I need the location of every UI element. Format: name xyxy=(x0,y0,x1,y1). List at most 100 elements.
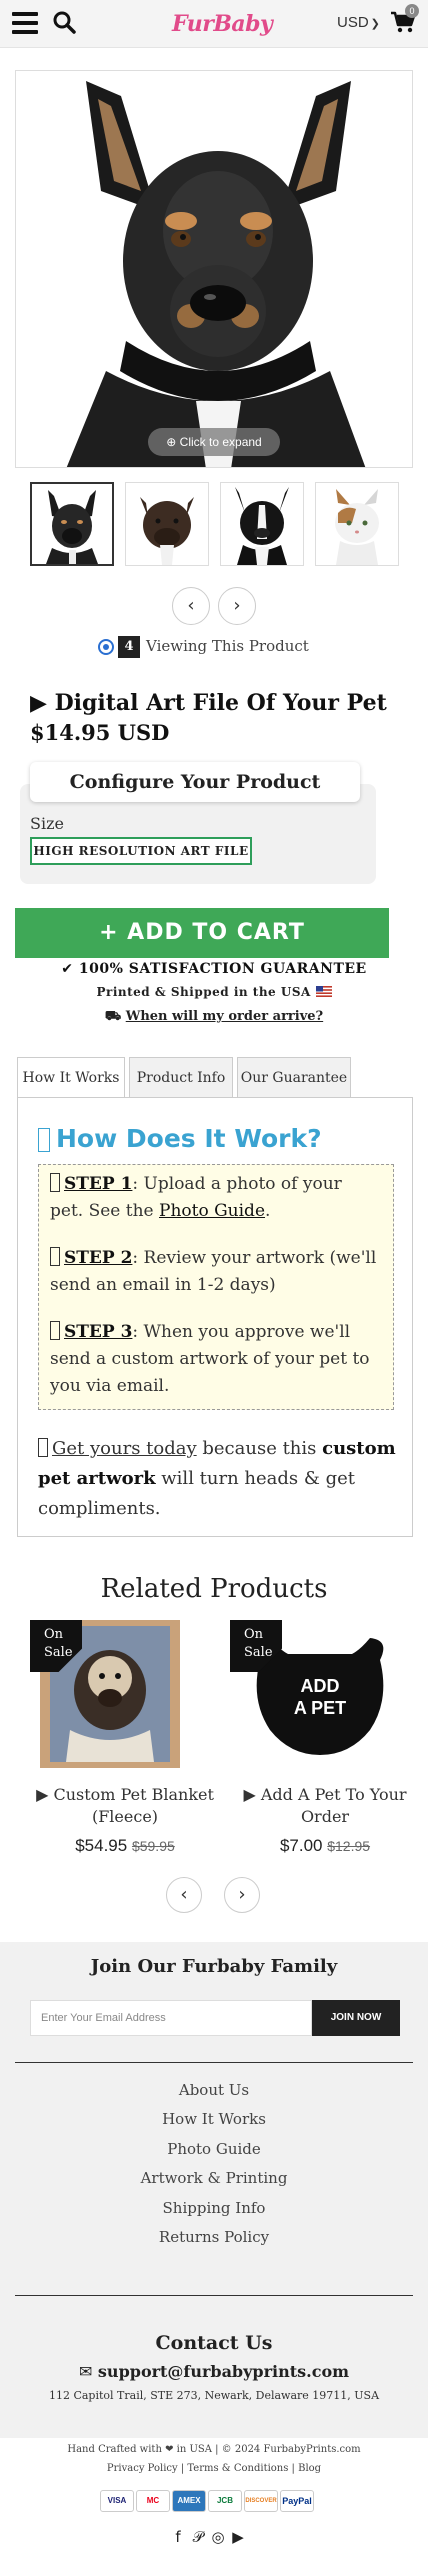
step-3-label: STEP 3 xyxy=(64,1322,133,1342)
thumbnail-1[interactable] xyxy=(30,482,114,566)
footer-divider xyxy=(15,2295,413,2296)
step-2-label: STEP 2 xyxy=(64,1248,133,1268)
footer-link-artwork-printing[interactable]: Artwork & Printing xyxy=(0,2169,428,2187)
search-icon[interactable] xyxy=(52,10,76,34)
instagram-icon[interactable]: ◎ xyxy=(208,2528,228,2546)
contact-title: Contact Us xyxy=(155,2332,273,2354)
currency-value: USD xyxy=(337,14,369,31)
chevron-down-icon: ❯ xyxy=(370,18,380,30)
thumbnail-image-boston-terrier xyxy=(235,487,289,565)
youtube-icon[interactable]: ▶ xyxy=(228,2528,248,2546)
cta-text-a: because this xyxy=(196,1438,323,1459)
original-price: $12.95 xyxy=(327,1838,371,1854)
size-label: Size xyxy=(30,814,64,833)
get-yours-link[interactable]: Get yours today xyxy=(52,1438,197,1459)
how-it-works-title: How Does It Work? xyxy=(38,1124,322,1153)
chevron-right-icon: › xyxy=(233,595,241,616)
usa-flag-icon xyxy=(315,986,332,997)
discover-icon: DISCOVER xyxy=(244,2490,278,2512)
product-price: $14.95 USD xyxy=(30,720,170,745)
satisfaction-guarantee: ✔ 100% SATISFACTION GUARANTEE xyxy=(0,961,428,977)
step-1-label: STEP 1 xyxy=(64,1174,133,1194)
add-a-pet-line-2: A PET xyxy=(294,1698,346,1718)
footer-link-returns-policy[interactable]: Returns Policy xyxy=(0,2228,428,2246)
related-product-name[interactable]: ▶ Custom Pet Blanket (Fleece) xyxy=(30,1784,220,1828)
payment-methods: VISA MC AMEX JCB DISCOVER PayPal xyxy=(100,2490,330,2512)
missing-glyph-icon xyxy=(50,1247,60,1266)
related-product-price: $7.00 $12.95 xyxy=(230,1836,420,1856)
main-product-image[interactable] xyxy=(15,70,413,468)
tab-product-info[interactable]: Product Info xyxy=(129,1057,233,1097)
viewing-label: Viewing This Product xyxy=(146,637,309,655)
currency-selector[interactable]: USD ❯ xyxy=(337,14,380,31)
step-3: STEP 3: When you approve we'll send a cu… xyxy=(50,1319,380,1400)
chevron-right-icon: › xyxy=(238,1884,246,1905)
crafted-line: Hand Crafted with ❤ in USA | © 2024 Furb… xyxy=(67,2444,361,2455)
facebook-icon[interactable]: f xyxy=(168,2528,188,2546)
viewing-count: 4 xyxy=(118,636,140,658)
step-1-text-end: . xyxy=(265,1201,271,1221)
configure-title: Configure Your Product xyxy=(30,762,360,802)
hamburger-menu-icon[interactable] xyxy=(12,12,38,34)
how-title-text: How Does It Work? xyxy=(56,1124,322,1153)
truck-icon: ⛟ xyxy=(104,1009,122,1024)
related-product-card[interactable]: ADD A PET On Sale ▶ Add A Pet To Your Or… xyxy=(230,1620,420,1868)
related-next-button[interactable]: › xyxy=(224,1877,260,1913)
related-product-card[interactable]: On Sale ▶ Custom Pet Blanket (Fleece) $5… xyxy=(30,1620,220,1868)
logo-text: FurBaby xyxy=(172,11,273,37)
get-yours-cta: Get yours today because this custom pet … xyxy=(38,1434,398,1524)
missing-glyph-icon xyxy=(38,1128,50,1152)
contact-address: 112 Capitol Trail, STE 273, Newark, Dela… xyxy=(48,2389,380,2402)
chevron-left-icon: ‹ xyxy=(180,1884,188,1905)
related-prev-button[interactable]: ‹ xyxy=(166,1877,202,1913)
viewing-counter: 4 Viewing This Product xyxy=(98,636,309,660)
size-option-art-file[interactable]: HIGH RESOLUTION ART FILE xyxy=(30,837,252,865)
newsletter-title: Join Our Furbaby Family xyxy=(90,1956,338,1977)
live-indicator-icon xyxy=(98,639,114,655)
missing-glyph-icon xyxy=(50,1321,60,1340)
expand-image-button[interactable]: ⊕ Click to expand xyxy=(148,428,280,456)
chevron-left-icon: ‹ xyxy=(187,595,195,616)
gallery-next-button[interactable]: › xyxy=(218,587,256,625)
newsletter-email-input[interactable]: Enter Your Email Address xyxy=(30,2000,312,2036)
product-title: ▶ Digital Art File Of Your Pet xyxy=(30,690,387,716)
expand-icon: ⊕ xyxy=(166,435,177,449)
join-now-button[interactable]: JOIN NOW xyxy=(312,2000,400,2036)
contact-email[interactable]: ✉ support@furbabyprints.com xyxy=(0,2362,428,2381)
related-product-name[interactable]: ▶ Add A Pet To Your Order xyxy=(230,1784,420,1828)
footer-link-photo-guide[interactable]: Photo Guide xyxy=(0,2140,428,2158)
contact-email-text[interactable]: support@furbabyprints.com xyxy=(98,2362,349,2381)
order-arrival-link[interactable]: When will my order arrive? xyxy=(126,1009,323,1024)
envelope-icon: ✉ xyxy=(78,2362,93,2381)
photo-guide-link[interactable]: Photo Guide xyxy=(159,1201,265,1221)
thumbnail-2[interactable] xyxy=(125,482,209,566)
add-to-cart-button[interactable]: + ADD TO CART xyxy=(15,908,389,958)
site-logo[interactable]: FurBaby xyxy=(172,4,273,44)
printed-in-usa: Printed & Shipped in the USA xyxy=(0,985,428,999)
footer-link-shipping-info[interactable]: Shipping Info xyxy=(0,2199,428,2217)
mastercard-icon: MC xyxy=(136,2490,170,2512)
thumbnail-image-shepherd xyxy=(46,490,98,564)
missing-glyph-icon xyxy=(38,1438,48,1457)
sale-price: $54.95 xyxy=(75,1836,128,1855)
shipping-info-line[interactable]: ⛟ When will my order arrive? xyxy=(0,1009,428,1026)
cart-count-badge: 0 xyxy=(405,4,419,18)
paypal-icon: PayPal xyxy=(280,2490,314,2512)
amex-icon: AMEX xyxy=(172,2490,206,2512)
missing-glyph-icon xyxy=(50,1173,60,1192)
sale-price: $7.00 xyxy=(279,1836,323,1855)
expand-label: Click to expand xyxy=(179,435,262,449)
original-price: $59.95 xyxy=(131,1838,175,1854)
gallery-prev-button[interactable]: ‹ xyxy=(172,587,210,625)
related-product-price: $54.95 $59.95 xyxy=(30,1836,220,1856)
step-1: STEP 1: Upload a photo of your pet. See … xyxy=(50,1171,380,1225)
footer-link-how-it-works[interactable]: How It Works xyxy=(0,2110,428,2128)
footer-link-about-us[interactable]: About Us xyxy=(0,2081,428,2099)
footer-divider xyxy=(15,2062,413,2063)
thumbnail-3[interactable] xyxy=(220,482,304,566)
pinterest-icon[interactable]: 𝒫 xyxy=(188,2528,208,2546)
tab-our-guarantee[interactable]: Our Guarantee xyxy=(237,1057,351,1097)
legal-links[interactable]: Privacy Policy | Terms & Conditions | Bl… xyxy=(0,2463,428,2474)
thumbnail-4[interactable] xyxy=(315,482,399,566)
tab-how-it-works[interactable]: How It Works xyxy=(17,1057,125,1099)
